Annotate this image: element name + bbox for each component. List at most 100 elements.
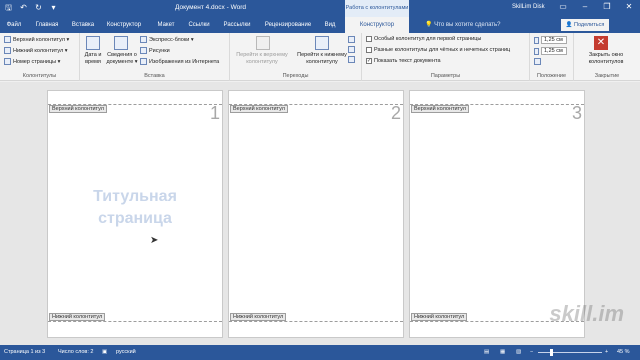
page-2[interactable]: 2 Верхний колонтитул Нижний колонтитул [228,90,404,338]
group-label-navigation: Переходы [282,73,309,79]
tell-me-search[interactable]: 💡 Что вы хотите сделать? [425,21,500,28]
footer-position-value[interactable]: 1,25 см [541,47,567,55]
odd-even-checkbox[interactable]: Разные колонтитулы для чётных и нечетных… [366,47,510,53]
share-button[interactable]: 👤 Поделиться [561,19,609,31]
language[interactable]: русский [116,349,136,355]
tab-file[interactable]: Файл [0,17,28,33]
goto-header-button[interactable]: Перейти к верхнему колонтитулу [230,52,294,65]
close-icon[interactable]: ✕ [624,2,634,11]
tab-insert[interactable]: Вставка [68,17,98,33]
document-area[interactable]: 1 Верхний колонтитул Титульная страница … [0,82,640,345]
share-label: Поделиться [574,22,605,28]
status-bar: Страница 1 из 3 Число слов: 2 ▣ русский … [0,345,640,360]
title-line-2: страница [98,210,172,227]
footer-position-icon [534,47,539,55]
page-1[interactable]: 1 Верхний колонтитул Титульная страница … [47,90,223,338]
title-line-1: Титульная [93,188,177,205]
footer-icon [4,47,11,54]
different-first-page-label: Особый колонтитул для первой страницы [374,36,482,42]
calendar-icon[interactable] [86,36,100,50]
zoom-in-icon[interactable]: + [605,349,608,355]
goto-header-icon[interactable] [256,36,270,50]
header-label: Верхний колонтитул [230,105,288,113]
minimize-icon[interactable]: – [580,2,590,11]
document-info-button[interactable]: Сведения о документе ▾ [104,52,140,65]
footer-dropdown-label: Нижний колонтитул ▾ [13,47,68,54]
group-label-options: Параметры [430,73,461,79]
show-document-text-label: Показать текст документа [374,58,441,64]
proofing-icon[interactable]: ▣ [102,349,107,355]
online-pictures-button[interactable]: Изображения из Интернета [140,58,219,65]
group-options: Особый колонтитул для первой страницы Ра… [362,33,530,81]
document-info-icon[interactable] [114,36,128,50]
pictures-label: Рисунки [149,47,170,54]
next-icon[interactable] [348,46,355,53]
tell-me-placeholder: Что вы хотите сделать? [434,22,501,28]
pictures-icon [140,47,147,54]
online-pictures-icon [140,58,147,65]
goto-footer-icon[interactable] [315,36,329,50]
tab-home[interactable]: Главная [32,17,62,33]
page-number: 3 [571,103,582,123]
tab-design[interactable]: Конструктор [103,17,145,33]
quick-access-toolbar: 🖫 ↶ ↻ ▾ [4,3,58,12]
undo-icon[interactable]: ↶ [19,3,28,12]
different-first-page-checkbox[interactable]: Особый колонтитул для первой страницы [366,36,481,42]
close-header-footer-icon[interactable]: ✕ [594,36,608,50]
mouse-cursor-icon: ➤ [150,235,159,246]
footer-position-spinner[interactable]: 1,25 см [534,47,567,55]
group-label-close: Закрытие [594,73,620,79]
read-mode-icon[interactable]: ▤ [484,349,489,355]
checkbox-empty [366,47,372,53]
date-time-button[interactable]: Дата и время [81,52,105,65]
page-count[interactable]: Страница 1 из 3 [4,349,45,355]
group-header-footer: Верхний колонтитул ▾ Нижний колонтитул ▾… [0,33,80,81]
alignment-tab-button[interactable] [534,58,541,65]
header-dropdown[interactable]: Верхний колонтитул ▾ [4,36,69,43]
tab-view[interactable]: Вид [320,17,340,33]
tab-review[interactable]: Рецензирование [262,17,314,33]
previous-icon[interactable] [348,36,355,43]
group-label-insert: Вставка [144,73,165,79]
web-layout-icon[interactable]: ▧ [516,349,521,355]
quick-parts-dropdown[interactable]: Экспресс-блоки ▾ [140,36,194,43]
page-number-dropdown[interactable]: Номер страницы ▾ [4,58,60,65]
group-insert: Дата и время Сведения о документе ▾ Эксп… [80,33,230,81]
save-icon[interactable]: 🖫 [4,3,13,12]
header-icon [4,36,11,43]
word-count[interactable]: Число слов: 2 [58,349,93,355]
goto-footer-button[interactable]: Перейти к нижнему колонтитулу [290,52,354,65]
print-layout-icon[interactable]: ▦ [500,349,505,355]
show-document-text-checkbox[interactable]: ✓ Показать текст документа [366,58,441,64]
header-position-spinner[interactable]: 1,25 см [534,36,567,44]
user-name[interactable]: SkilLim Disk [512,4,545,10]
link-to-previous-icon[interactable] [348,56,355,63]
tab-mailings[interactable]: Рассылки [220,17,254,33]
restore-icon[interactable]: ❐ [602,2,612,11]
goto-footer-label-1: Перейти к нижнему [297,52,347,58]
lightbulb-icon: 💡 [425,22,433,28]
pictures-button[interactable]: Рисунки [140,47,170,54]
zoom-slider-knob[interactable] [550,349,554,356]
footer-dropdown[interactable]: Нижний колонтитул ▾ [4,47,68,54]
title-page-text[interactable]: Титульная страница [48,186,222,230]
tab-layout[interactable]: Макет [153,17,179,33]
zoom-level[interactable]: 45 % [617,349,630,355]
header-position-icon [534,36,539,44]
header-position-value[interactable]: 1,25 см [541,36,567,44]
close-header-footer-button[interactable]: Закрыть окно колонтитулов [576,52,636,65]
ribbon-display-icon[interactable]: ▭ [558,2,568,11]
ribbon: Верхний колонтитул ▾ Нижний колонтитул ▾… [0,33,640,81]
page-number-icon [4,58,11,65]
customize-qat-icon[interactable]: ▾ [49,3,58,12]
goto-header-label-1: Перейти к верхнему [236,52,288,58]
tab-header-footer-design[interactable]: Конструктор [345,17,409,33]
header-dropdown-label: Верхний колонтитул ▾ [13,36,70,43]
zoom-slider[interactable] [538,349,602,356]
odd-even-label: Разные колонтитулы для чётных и нечетных… [374,47,511,53]
title-bar: 🖫 ↶ ↻ ▾ Документ 4.docx - Word Работа с … [0,0,640,17]
goto-footer-label-2: колонтитулу [306,58,338,65]
zoom-out-icon[interactable]: − [530,349,533,355]
redo-icon[interactable]: ↻ [34,3,43,12]
tab-references[interactable]: Ссылки [186,17,212,33]
